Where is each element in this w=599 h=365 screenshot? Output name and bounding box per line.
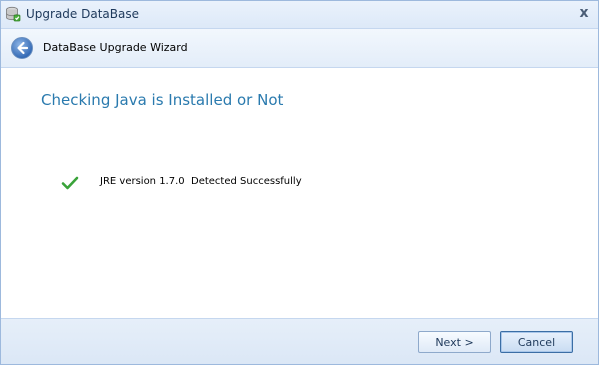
wizard-header: DataBase Upgrade Wizard xyxy=(1,29,598,68)
close-button[interactable]: x xyxy=(576,4,592,22)
close-icon: x xyxy=(579,5,589,21)
title-bar[interactable]: Upgrade DataBase x xyxy=(1,1,598,29)
cancel-button[interactable]: Cancel xyxy=(500,331,573,353)
back-arrow-icon[interactable] xyxy=(10,36,34,60)
window-title: Upgrade DataBase xyxy=(26,7,139,21)
upgrade-database-window: Upgrade DataBase x DataBase Upgrade Wiza… xyxy=(0,0,599,365)
status-message: JRE version 1.7.0 Detected Successfully xyxy=(100,176,302,187)
page-heading: Checking Java is Installed or Not xyxy=(41,91,284,109)
check-icon xyxy=(61,176,79,190)
next-button[interactable]: Next > xyxy=(418,331,491,353)
wizard-title: DataBase Upgrade Wizard xyxy=(43,41,188,54)
database-icon xyxy=(6,6,21,22)
wizard-footer: Next > Cancel xyxy=(1,318,598,364)
